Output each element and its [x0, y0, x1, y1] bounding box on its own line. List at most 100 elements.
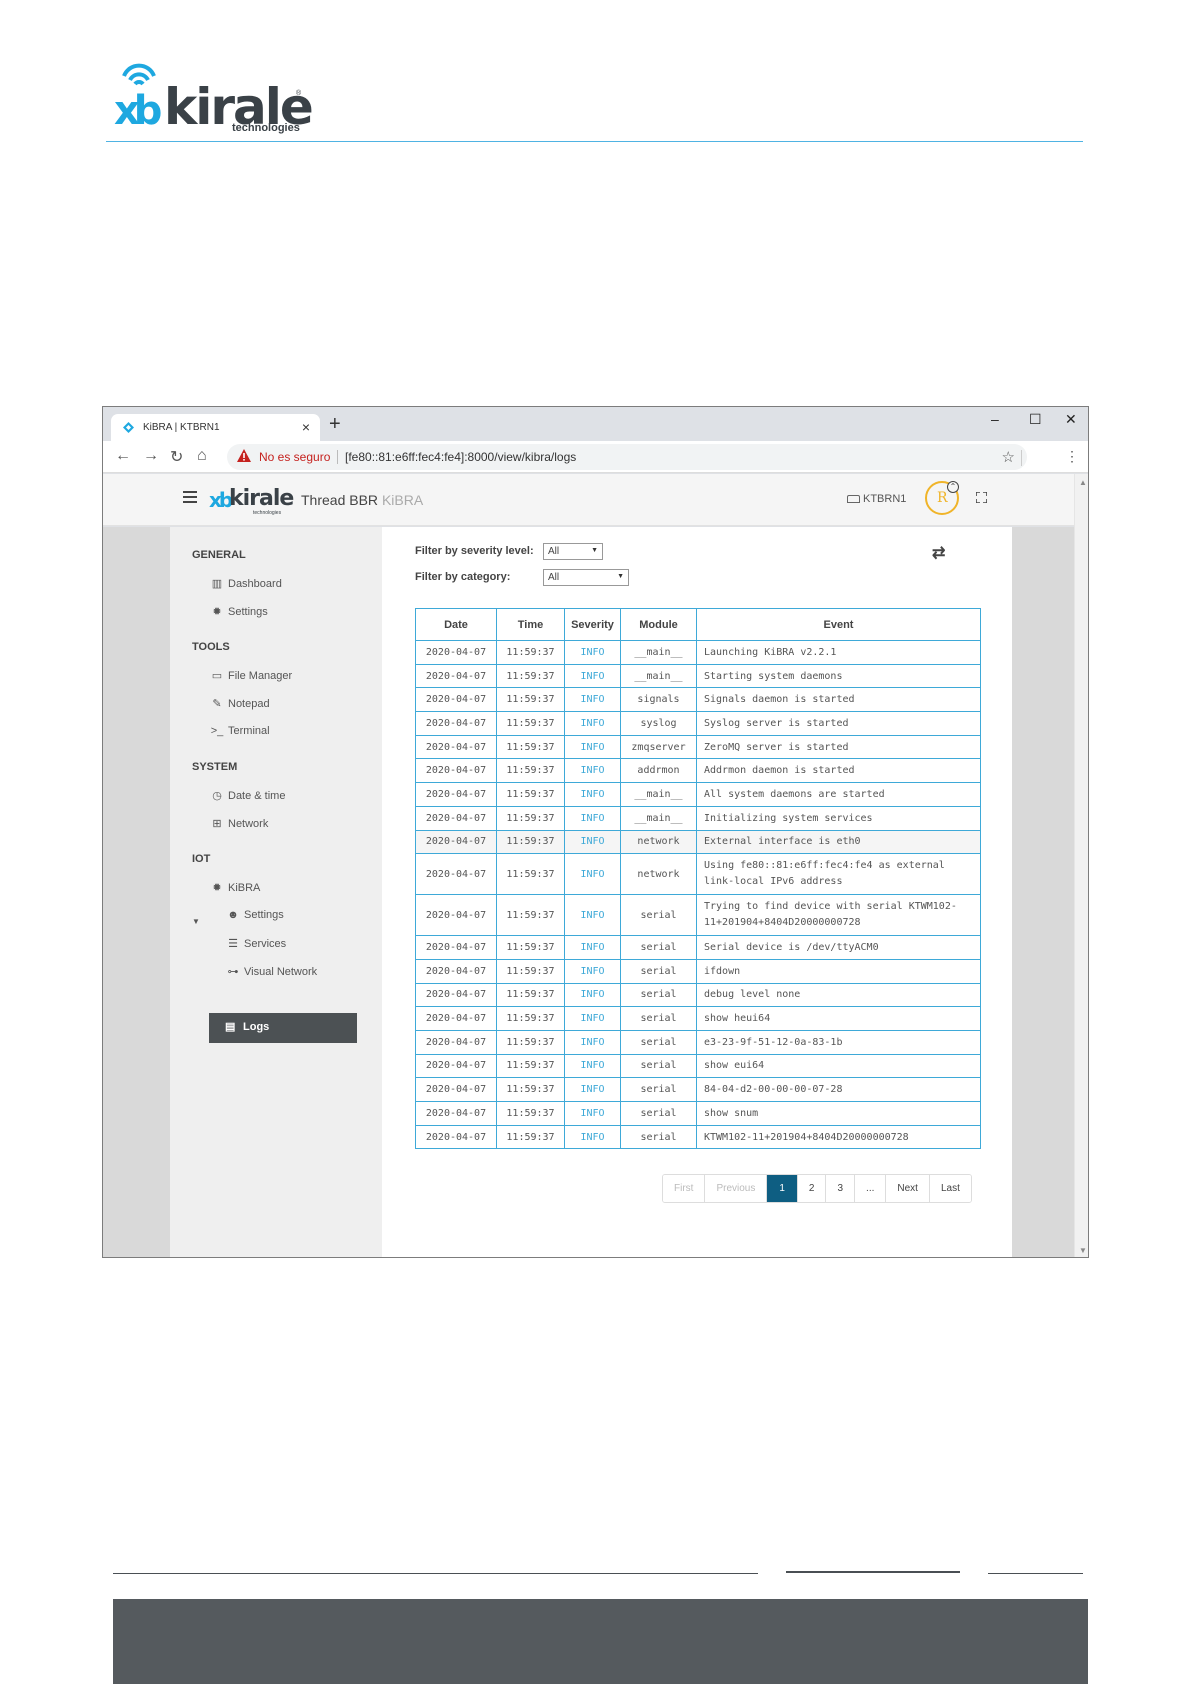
- cell-date: 2020-04-07: [415, 734, 497, 760]
- sidebar-item-file-manager[interactable]: ▭ File Manager: [210, 669, 292, 682]
- scroll-down-icon[interactable]: ▼: [1079, 1246, 1087, 1255]
- sidebar-item-kibra[interactable]: ✹ KiBRA: [210, 881, 260, 894]
- toolbar-separator: [1021, 450, 1022, 466]
- column-header-time[interactable]: Time: [496, 608, 565, 641]
- new-tab-button[interactable]: +: [329, 413, 341, 436]
- cell-time: 11:59:37: [496, 1029, 565, 1055]
- cell-module: serial: [620, 894, 697, 937]
- router-icon: [847, 495, 860, 504]
- sidebar-item-label: Services: [244, 938, 287, 950]
- logs-panel: Filter by severity level: All ▼ Filter b…: [382, 527, 1012, 1257]
- cell-date: 2020-04-07: [415, 853, 497, 896]
- cell-time: 11:59:37: [496, 958, 565, 984]
- page-first-button[interactable]: First: [663, 1175, 705, 1202]
- url-field[interactable]: No es seguro [fe80::81:e6ff:fec4:fe4]:80…: [227, 444, 1027, 470]
- column-header-event[interactable]: Event: [696, 608, 981, 641]
- cell-module: signals: [620, 687, 697, 713]
- cell-module: serial: [620, 1006, 697, 1031]
- cell-module: serial: [620, 1053, 697, 1079]
- scroll-up-icon[interactable]: ▲: [1079, 478, 1087, 487]
- cell-severity: INFO: [564, 734, 621, 760]
- table-header-row: Date Time Severity Module Event: [415, 608, 981, 641]
- reload-icon[interactable]: ↻: [170, 447, 183, 467]
- hamburger-menu-icon[interactable]: [183, 491, 197, 503]
- column-header-date[interactable]: Date: [415, 608, 497, 641]
- cell-module: __main__: [620, 782, 697, 807]
- page-previous-button[interactable]: Previous: [704, 1175, 767, 1202]
- cell-severity: INFO: [564, 894, 621, 937]
- sidebar-item-kibra-settings[interactable]: ☻ Settings: [226, 909, 284, 921]
- cell-event: e3-23-9f-51-12-0a-83-1b: [696, 1029, 981, 1055]
- category-filter-select[interactable]: All ▼: [543, 569, 629, 586]
- sidebar-item-label: Logs: [243, 1021, 270, 1033]
- page-next-button[interactable]: Next: [885, 1175, 929, 1202]
- page-last-button[interactable]: Last: [928, 1175, 971, 1202]
- refresh-icon[interactable]: ⇄: [932, 543, 945, 563]
- security-label[interactable]: No es seguro: [259, 450, 330, 464]
- logs-table-body: 2020-04-07 11:59:37 INFO __main__ Launching …: [415, 640, 981, 1150]
- cell-module: __main__: [620, 640, 697, 665]
- page-2-button[interactable]: 2: [796, 1175, 826, 1202]
- page-3-button[interactable]: 3: [825, 1175, 855, 1202]
- app-title-main: Thread BBR: [301, 492, 379, 508]
- maximize-icon[interactable]: ☐: [1029, 411, 1042, 428]
- severity-filter-select[interactable]: All ▼: [543, 543, 603, 560]
- app-logo[interactable]: xb kirale technologies: [209, 482, 294, 516]
- cell-event: Trying to find device with serial KTWM10…: [696, 894, 981, 937]
- logo-mark: xb: [114, 88, 163, 134]
- browser-menu-icon[interactable]: ⋮: [1065, 448, 1079, 465]
- column-header-module[interactable]: Module: [620, 608, 697, 641]
- cell-time: 11:59:37: [496, 782, 565, 807]
- sidebar-item-services[interactable]: ☰ Services: [226, 937, 286, 950]
- minimize-icon[interactable]: –: [991, 411, 999, 427]
- cell-event: Using fe80::81:e6ff:fec4:fe4 as external…: [696, 853, 981, 896]
- sidebar-item-terminal[interactable]: >_ Terminal: [210, 725, 270, 737]
- device-indicator[interactable]: KTBRN1: [847, 493, 906, 505]
- sidebar-item-settings[interactable]: ✹ Settings: [210, 605, 267, 618]
- sidebar-item-notepad[interactable]: ✎ Notepad: [210, 697, 270, 710]
- forward-icon[interactable]: →: [143, 447, 159, 465]
- close-tab-icon[interactable]: ×: [302, 419, 310, 435]
- sidebar-item-visual-network[interactable]: ⊶ Visual Network: [226, 965, 318, 978]
- cell-time: 11:59:37: [496, 758, 565, 784]
- close-window-icon[interactable]: ✕: [1065, 411, 1077, 428]
- folder-icon: ▭: [211, 670, 223, 682]
- chart-icon: ▥: [211, 578, 223, 590]
- sidebar-item-dashboard[interactable]: ▥ Dashboard: [210, 577, 282, 590]
- cell-module: __main__: [620, 663, 697, 689]
- cell-severity: INFO: [564, 935, 621, 960]
- bookmark-star-icon[interactable]: ☆: [1002, 448, 1015, 466]
- home-icon[interactable]: ⌂: [197, 447, 207, 465]
- url-text[interactable]: [fe80::81:e6ff:fec4:fe4]:8000/view/kibra…: [345, 450, 576, 464]
- back-icon[interactable]: ←: [115, 447, 131, 465]
- caret-down-icon[interactable]: ▼: [192, 917, 200, 926]
- logo-tagline: technologies: [232, 122, 300, 134]
- terminal-icon: >_: [210, 725, 224, 737]
- sidebar-item-network[interactable]: ⊞ Network: [210, 817, 268, 830]
- sidebar-item-date-time[interactable]: ◷ Date & time: [210, 789, 285, 802]
- graph-icon: ⊶: [227, 966, 239, 978]
- app-logo-brand: kirale: [229, 486, 294, 511]
- browser-tab[interactable]: KiBRA | KTBRN1 ×: [111, 414, 320, 441]
- cell-severity: INFO: [564, 805, 621, 831]
- table-row: 2020-04-07 11:59:37 INFO __main__ Initializi…: [415, 805, 981, 831]
- gear-icon: ✹: [212, 606, 222, 618]
- cell-module: network: [620, 853, 697, 896]
- sidebar-item-label: Notepad: [228, 698, 270, 710]
- cell-event: Initializing system services: [696, 805, 981, 831]
- table-row: 2020-04-07 11:59:37 INFO serial show snum: [415, 1101, 981, 1126]
- table-row: 2020-04-07 11:59:37 INFO __main__ All system…: [415, 782, 981, 807]
- cell-date: 2020-04-07: [415, 1053, 497, 1079]
- table-row: 2020-04-07 11:59:37 INFO serial show eui64: [415, 1053, 981, 1079]
- network-icon: ⊞: [212, 818, 222, 830]
- page-scrollbar[interactable]: ▲ ▼: [1074, 474, 1088, 1257]
- sidebar-item-label: Network: [228, 818, 269, 830]
- avatar[interactable]: R ⌃: [925, 481, 959, 515]
- chevron-up-icon: ⌃: [947, 481, 959, 493]
- cell-time: 11:59:37: [496, 982, 565, 1008]
- fullscreen-icon[interactable]: [976, 492, 987, 503]
- column-header-severity[interactable]: Severity: [564, 608, 621, 641]
- sidebar-item-logs[interactable]: ▤ Logs: [209, 1013, 357, 1043]
- cell-severity: INFO: [564, 982, 621, 1008]
- page-1-button[interactable]: 1: [766, 1175, 797, 1202]
